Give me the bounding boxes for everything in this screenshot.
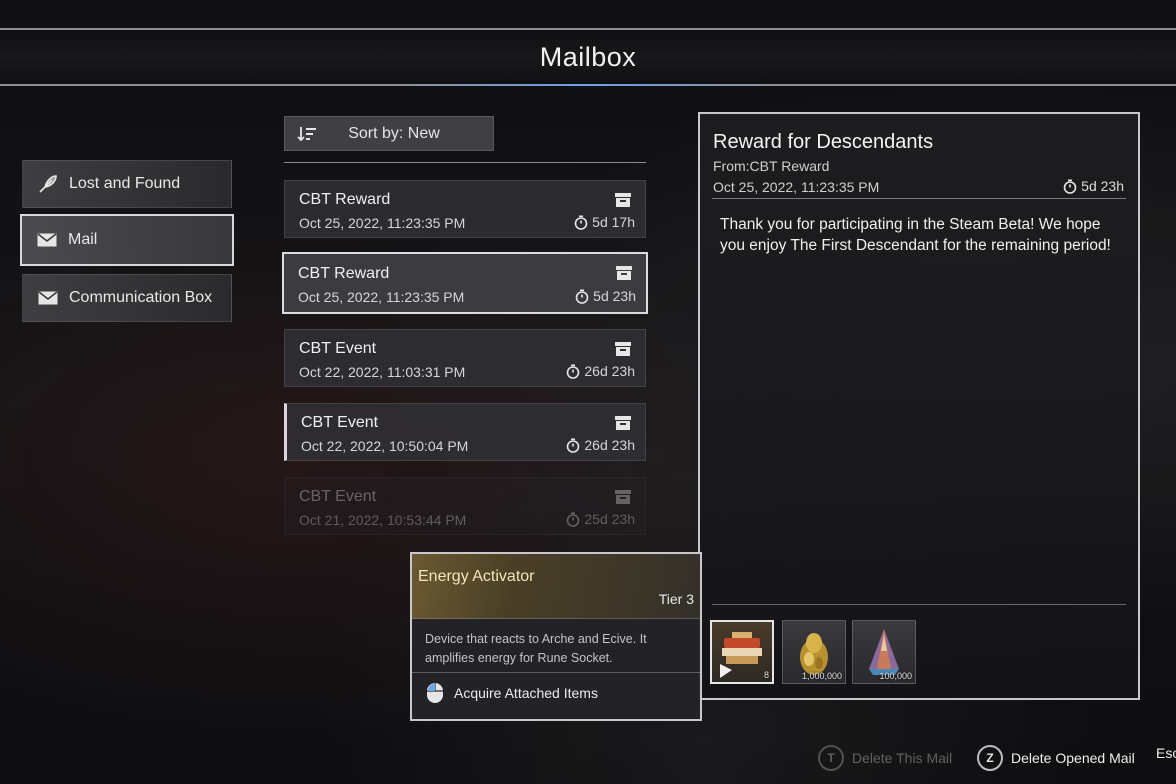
timer-icon: [574, 215, 588, 230]
timer-icon: [567, 364, 580, 379]
mail-detail-body: Thank you for participating in the Steam…: [720, 216, 1111, 254]
hint-label: Delete This Mail: [852, 750, 953, 766]
mailbox-header: Mailbox: [0, 28, 1176, 86]
hint-label: Delete Opened Mail: [1011, 750, 1135, 766]
key-z-icon: Z: [977, 745, 1003, 771]
nav-mail[interactable]: Mail: [20, 214, 234, 266]
timer-icon: [1063, 179, 1077, 194]
nav-label: Mail: [68, 231, 98, 248]
attachment-box-icon: [615, 342, 631, 356]
attachments-divider: [712, 604, 1126, 605]
mail-timer: 26d 23h: [566, 363, 635, 379]
escape-hint[interactable]: Esc: [1156, 745, 1176, 761]
sort-button[interactable]: Sort by: New: [284, 116, 494, 151]
page-title: Mailbox: [539, 42, 637, 72]
mail-remaining: 5d 23h: [593, 288, 636, 304]
mail-sender: CBT Event: [299, 340, 377, 357]
tooltip-item-tier: Tier 3: [658, 591, 694, 607]
mail-detail-timer: 5d 23h: [1063, 178, 1124, 194]
key-t-icon: T: [818, 745, 844, 771]
mail-date: Oct 22, 2022, 11:03:31 PM: [299, 364, 466, 380]
attachment-box-icon: [615, 416, 631, 430]
sort-label: Sort by: New: [348, 124, 440, 142]
attachment-slot[interactable]: 8: [710, 620, 774, 684]
attachment-box-icon: [616, 266, 632, 280]
delete-opened-mail-hint[interactable]: Z Delete Opened Mail: [977, 745, 1135, 771]
mail-timer: 26d 23h: [566, 437, 635, 453]
attachment-qty: 100,000: [879, 671, 912, 681]
nav-lost-and-found[interactable]: Lost and Found: [22, 160, 232, 208]
mail-item[interactable]: CBT Event Oct 22, 2022, 11:03:31 PM 26d …: [284, 329, 646, 387]
mail-timer: 5d 17h: [574, 214, 635, 230]
envelope-icon: [37, 287, 59, 309]
timer-icon: [575, 289, 589, 304]
key-esc-label: Esc: [1156, 745, 1176, 761]
mail-detail-from: From:CBT Reward: [713, 158, 830, 174]
mail-remaining: 5d 17h: [592, 214, 635, 230]
sort-icon: [295, 124, 319, 144]
envelope-icon: [36, 229, 58, 251]
feather-icon: [37, 173, 59, 195]
mail-item[interactable]: CBT Reward Oct 25, 2022, 11:23:35 PM 5d …: [282, 252, 648, 314]
mail-remaining: 25d 23h: [584, 511, 635, 527]
acquire-attached-items-label: Acquire Attached Items: [454, 685, 598, 701]
tooltip-description: Device that reacts to Arche and Ecive. I…: [425, 632, 647, 665]
mail-detail-panel: Reward for Descendants From:CBT Reward O…: [698, 112, 1140, 700]
mail-sender: CBT Event: [299, 488, 377, 505]
attachment-qty: 1,000,000: [801, 671, 842, 681]
timer-icon: [567, 512, 580, 527]
mail-date: Oct 25, 2022, 11:23:35 PM: [299, 215, 466, 231]
acquire-attached-items-button[interactable]: Acquire Attached Items: [426, 682, 598, 704]
nav-label: Lost and Found: [69, 175, 181, 192]
mail-sender: CBT Reward: [298, 265, 390, 282]
nav-label: Communication Box: [69, 289, 213, 306]
attachment-slot[interactable]: 100,000: [852, 620, 916, 684]
mail-remaining: 26d 23h: [584, 437, 635, 453]
item-tooltip: Energy Activator Tier 3 Device that reac…: [410, 552, 702, 721]
attachment-qty: 8: [763, 670, 769, 680]
mail-remaining: 26d 23h: [584, 363, 635, 379]
mail-item[interactable]: CBT Event Oct 21, 2022, 10:53:44 PM 25d …: [284, 477, 646, 535]
timer-icon: [567, 438, 580, 453]
tooltip-item-name: Energy Activator: [418, 568, 535, 585]
tooltip-divider: [412, 672, 700, 673]
tooltip-header: Energy Activator Tier 3: [412, 554, 700, 619]
mail-detail-date: Oct 25, 2022, 11:23:35 PM: [713, 179, 880, 195]
attachment-box-icon: [615, 193, 631, 207]
attachment-slot[interactable]: 1,000,000: [782, 620, 846, 684]
mail-date: Oct 22, 2022, 10:50:04 PM: [301, 438, 469, 454]
attachment-box-icon: [615, 490, 631, 504]
list-divider: [284, 162, 646, 163]
mail-sender: CBT Reward: [299, 191, 391, 208]
mail-timer: 5d 23h: [575, 288, 636, 304]
detail-divider: [712, 198, 1126, 199]
mail-detail-title: Reward for Descendants: [713, 131, 934, 153]
nav-communication-box[interactable]: Communication Box: [22, 274, 232, 322]
mail-sender: CBT Event: [301, 414, 379, 431]
mail-item[interactable]: CBT Reward Oct 25, 2022, 11:23:35 PM 5d …: [284, 180, 646, 238]
mail-date: Oct 21, 2022, 10:53:44 PM: [299, 512, 467, 528]
mail-item[interactable]: CBT Event Oct 22, 2022, 10:50:04 PM 26d …: [284, 403, 646, 461]
delete-this-mail-hint[interactable]: T Delete This Mail: [818, 745, 952, 771]
mouse-icon: [427, 683, 443, 703]
mail-date: Oct 25, 2022, 11:23:35 PM: [298, 289, 465, 305]
mail-timer: 25d 23h: [566, 511, 635, 527]
mail-detail-remaining: 5d 23h: [1081, 178, 1124, 194]
